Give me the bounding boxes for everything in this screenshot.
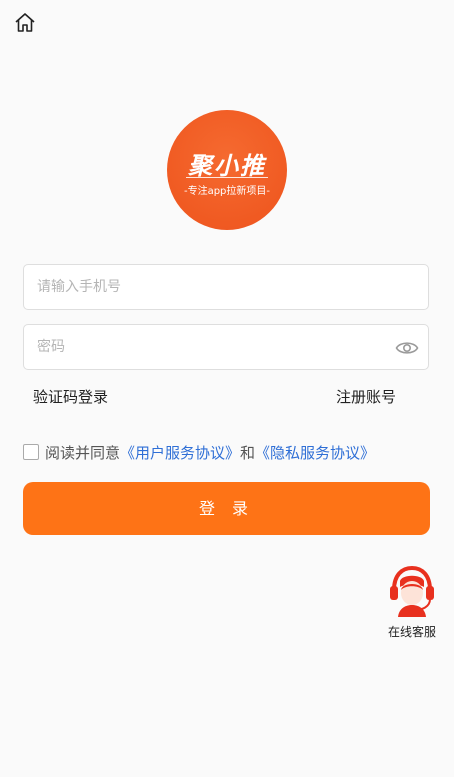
agreement-conjunction: 和 bbox=[240, 443, 256, 462]
user-protocol-link[interactable]: 《用户服务协议》 bbox=[120, 442, 240, 463]
privacy-protocol-link[interactable]: 《隐私服务协议》 bbox=[255, 442, 375, 463]
logo-subtitle: -专注app拉新项目- bbox=[183, 186, 271, 197]
agreement-row: 阅读并同意 《用户服务协议》 和 《隐私服务协议》 bbox=[23, 441, 375, 463]
logo-title: 聚小推 bbox=[188, 152, 266, 180]
toggle-password-visibility-button[interactable] bbox=[395, 337, 419, 359]
agreement-prefix: 阅读并同意 bbox=[45, 443, 121, 462]
online-service-button[interactable]: 在线客服 bbox=[382, 563, 442, 640]
login-button[interactable]: 登 录 bbox=[23, 482, 430, 535]
phone-input[interactable] bbox=[24, 265, 377, 309]
register-link[interactable]: 注册账号 bbox=[336, 386, 396, 407]
app-logo: 聚小推 -专注app拉新项目- bbox=[167, 110, 287, 230]
logo-divider bbox=[186, 177, 268, 178]
agreement-checkbox[interactable] bbox=[23, 444, 39, 460]
password-input[interactable] bbox=[24, 325, 377, 369]
login-page: 聚小推 -专注app拉新项目- 验证码登录 注册账号 阅读并同意 《用户服务协议… bbox=[0, 0, 454, 777]
eye-icon bbox=[395, 342, 419, 354]
sms-login-link[interactable]: 验证码登录 bbox=[33, 386, 108, 407]
customer-service-icon bbox=[390, 565, 434, 617]
online-service-label: 在线客服 bbox=[387, 625, 436, 639]
password-field-box bbox=[23, 324, 429, 370]
home-button[interactable] bbox=[13, 11, 37, 35]
home-icon bbox=[15, 13, 35, 32]
phone-field-box bbox=[23, 264, 429, 310]
